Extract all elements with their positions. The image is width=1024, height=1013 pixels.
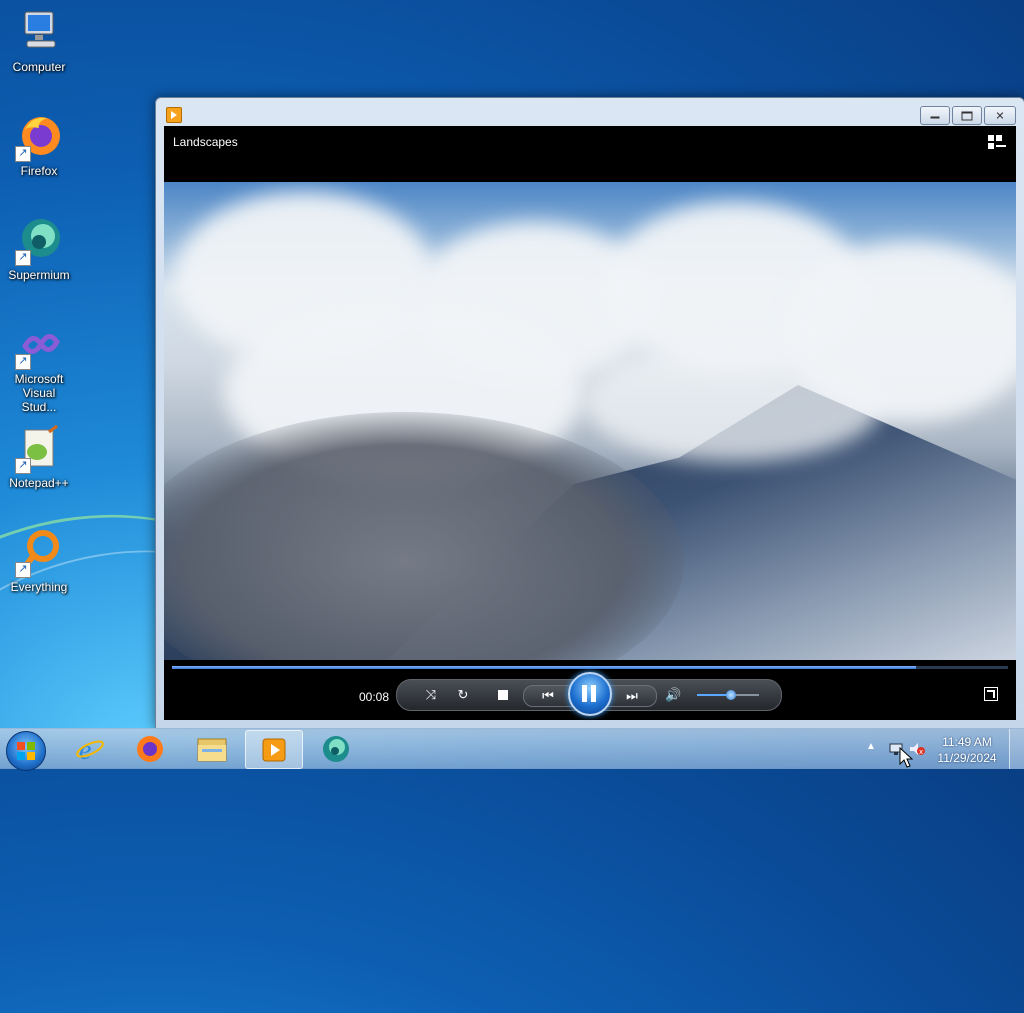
stop-button[interactable] (495, 687, 511, 703)
taskbar: e ▲ x 11:49 AM 11/29/2024 (0, 728, 1024, 771)
pause-button[interactable] (568, 672, 612, 716)
clock[interactable]: 11:49 AM 11/29/2024 (932, 734, 1002, 766)
video-frame[interactable] (164, 182, 1016, 660)
switch-to-library-button[interactable] (988, 135, 1006, 151)
media-title: Landscapes (173, 135, 238, 149)
repeat-icon: ↻ (457, 687, 469, 702)
shortcut-arrow-icon: ↗ (15, 250, 31, 266)
desktop-icon-visual-studio[interactable]: ↗ Microsoft Visual Stud... (4, 320, 74, 414)
desktop-icon-label: Everything (10, 580, 68, 594)
media-player-icon (262, 738, 286, 761)
taskbar-firefox[interactable] (122, 730, 178, 767)
desktop-icon-label: Microsoft Visual Stud... (14, 372, 64, 414)
desktop-icon-firefox[interactable]: ↗ Firefox (4, 112, 74, 178)
previous-icon: ⏮ (542, 688, 554, 703)
minimize-icon (930, 116, 940, 118)
shortcut-arrow-icon: ↗ (15, 354, 31, 370)
start-button[interactable] (6, 731, 46, 771)
system-tray: ▲ x 11:49 AM 11/29/2024 (854, 729, 1024, 769)
desktop-icon-label: Supermium (8, 268, 70, 282)
repeat-button[interactable]: ↻ (455, 687, 471, 703)
clock-time: 11:49 AM (942, 735, 992, 749)
mouse-cursor-icon (899, 747, 913, 768)
next-button[interactable]: ⏭ (620, 688, 644, 704)
shortcut-arrow-icon: ↗ (15, 562, 31, 578)
fullscreen-button[interactable] (984, 687, 998, 701)
supermium-icon (323, 735, 349, 762)
taskbar-supermium[interactable] (308, 730, 364, 767)
computer-icon (15, 8, 63, 56)
windows-logo-icon (17, 742, 35, 760)
mist (164, 412, 684, 660)
media-player-window[interactable]: ✕ Landscapes 00:08 ⤨ ↻ ⏮ ⏭ 🔊 (155, 97, 1024, 729)
show-desktop-button[interactable] (1009, 729, 1024, 769)
shortcut-arrow-icon: ↗ (15, 458, 31, 474)
desktop-icon-supermium[interactable]: ↗ Supermium (4, 216, 74, 282)
elapsed-time: 00:08 (359, 690, 390, 704)
close-button[interactable]: ✕ (984, 106, 1016, 125)
close-icon: ✕ (995, 110, 1005, 122)
pause-icon (582, 685, 587, 702)
window-caption-buttons: ✕ (920, 106, 1016, 125)
desktop-icon-everything[interactable]: ↗ Everything (4, 528, 74, 594)
volume-slider[interactable] (697, 690, 759, 700)
player-area: Landscapes 00:08 ⤨ ↻ ⏮ ⏭ 🔊 (164, 126, 1016, 720)
desktop-icon-label: Computer (12, 60, 66, 74)
next-icon: ⏭ (626, 688, 638, 703)
taskbar-internet-explorer[interactable]: e (62, 730, 118, 767)
internet-explorer-icon: e (76, 735, 104, 764)
desktop-icon-notepadpp[interactable]: ↗ Notepad++ (4, 424, 74, 490)
desktop-icon-label: Notepad++ (9, 476, 69, 490)
desktop-icon-computer[interactable]: Computer (4, 8, 74, 74)
folder-icon (197, 738, 227, 761)
previous-button[interactable]: ⏮ (536, 688, 560, 704)
taskbar-file-explorer[interactable] (184, 730, 240, 767)
firefox-icon (137, 735, 163, 762)
visual-studio-icon: ↗ (15, 320, 63, 370)
everything-search-icon: ↗ (15, 528, 63, 578)
notepadpp-icon: ↗ (15, 424, 63, 474)
seek-bar-progress (172, 666, 917, 669)
volume-knob[interactable] (726, 690, 737, 700)
shuffle-icon: ⤨ (425, 687, 437, 702)
shortcut-arrow-icon: ↗ (15, 146, 31, 162)
show-hidden-icons-button[interactable]: ▲ (866, 741, 876, 752)
firefox-icon: ↗ (15, 112, 63, 162)
seek-bar[interactable] (172, 666, 1008, 669)
stop-icon (498, 690, 508, 700)
taskbar-windows-media-player[interactable] (245, 730, 303, 769)
maximize-icon (961, 111, 973, 120)
clock-date: 11/29/2024 (937, 751, 997, 765)
supermium-icon: ↗ (15, 216, 63, 266)
shuffle-button[interactable]: ⤨ (423, 687, 439, 703)
svg-text:x: x (919, 748, 923, 756)
speaker-icon: 🔊 (665, 687, 682, 702)
desktop-icon-label: Firefox (20, 164, 58, 178)
mute-button[interactable]: 🔊 (665, 687, 681, 703)
minimize-button[interactable] (920, 106, 950, 125)
media-player-app-icon (166, 107, 182, 123)
pause-icon (591, 685, 596, 702)
maximize-button[interactable] (952, 106, 982, 125)
